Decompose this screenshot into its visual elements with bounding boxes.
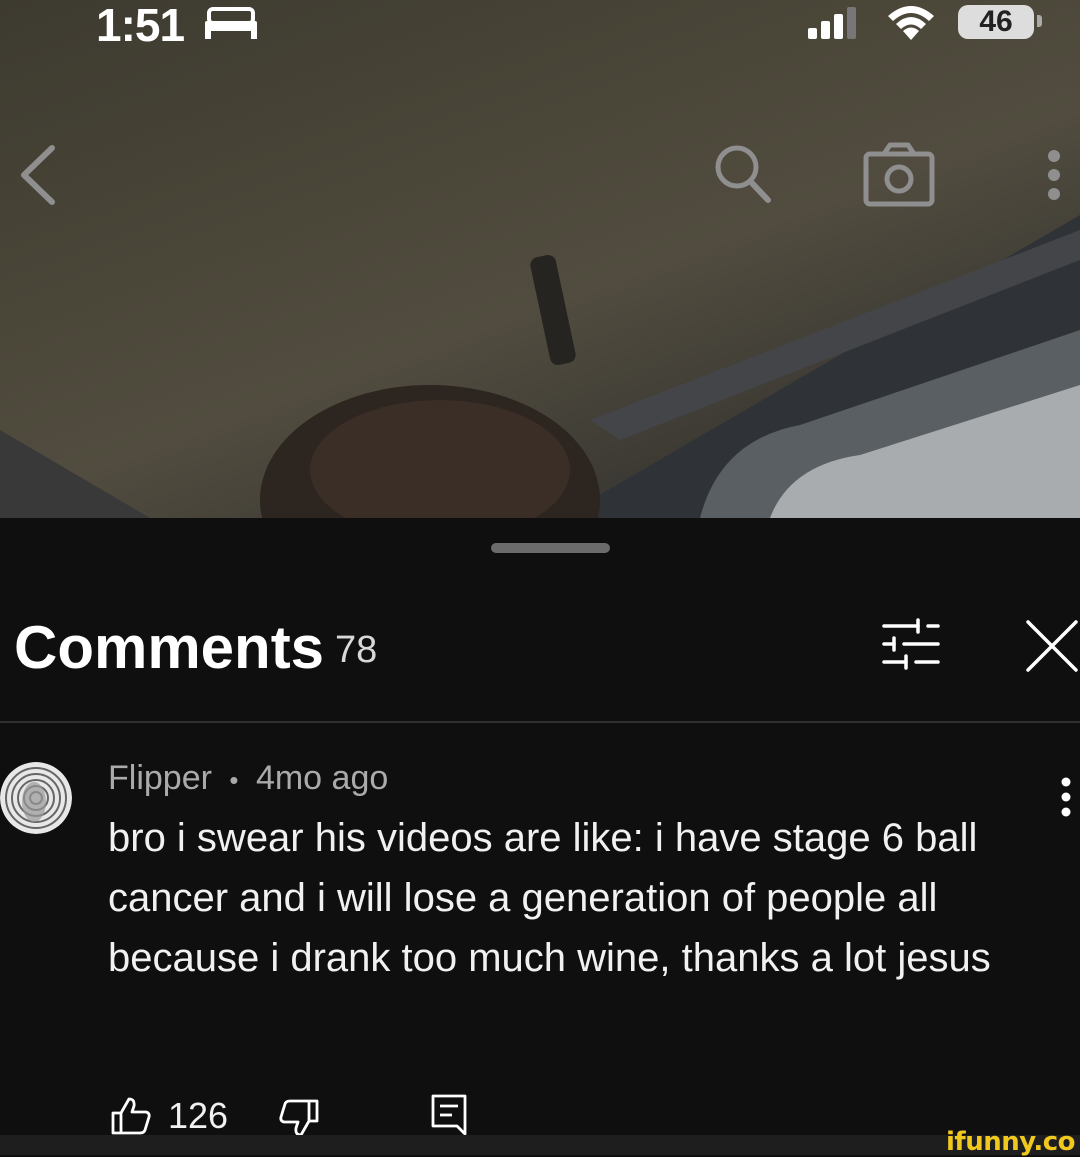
wifi-icon [888,6,934,40]
cellular-signal-icon [808,7,856,39]
video-frame [0,215,1080,518]
avatar[interactable] [0,762,72,834]
battery-tip [1037,15,1042,27]
comment-author[interactable]: Flipper [108,759,212,797]
bottom-bar [0,1135,1080,1155]
close-icon[interactable] [1024,618,1080,674]
camera-icon[interactable] [862,140,936,208]
status-bar: 1:51 46 [0,0,1080,51]
drag-handle[interactable] [491,543,610,553]
meta-separator: • [229,764,239,795]
more-vertical-icon[interactable] [1036,148,1072,202]
reply-icon[interactable] [430,1093,468,1137]
thumbs-down-icon[interactable] [278,1098,320,1138]
status-time: 1:51 [96,0,185,51]
thumbs-up-icon[interactable] [110,1096,152,1136]
comment-meta: Flipper • 4mo ago [108,759,388,798]
video-player[interactable]: 1:51 46 [0,0,1080,518]
bed-icon [205,7,257,39]
search-icon[interactable] [712,142,774,206]
comments-title: Comments [14,614,325,681]
comments-count: 78 [335,629,378,671]
sort-filter-icon[interactable] [880,618,942,670]
watermark: ifunny.co [946,1127,1075,1157]
comment-time: 4mo ago [255,759,389,797]
comment-actions: 126 [0,1088,1080,1138]
like-count: 126 [168,1095,229,1136]
comments-panel: Comments 78 Flipper • 4mo ago bro i swea… [0,518,1080,1155]
back-chevron-icon[interactable] [14,142,64,208]
comment-text: bro i swear his videos are like: i have … [108,816,991,980]
battery-icon: 46 [958,5,1034,39]
header-divider [0,721,1080,723]
